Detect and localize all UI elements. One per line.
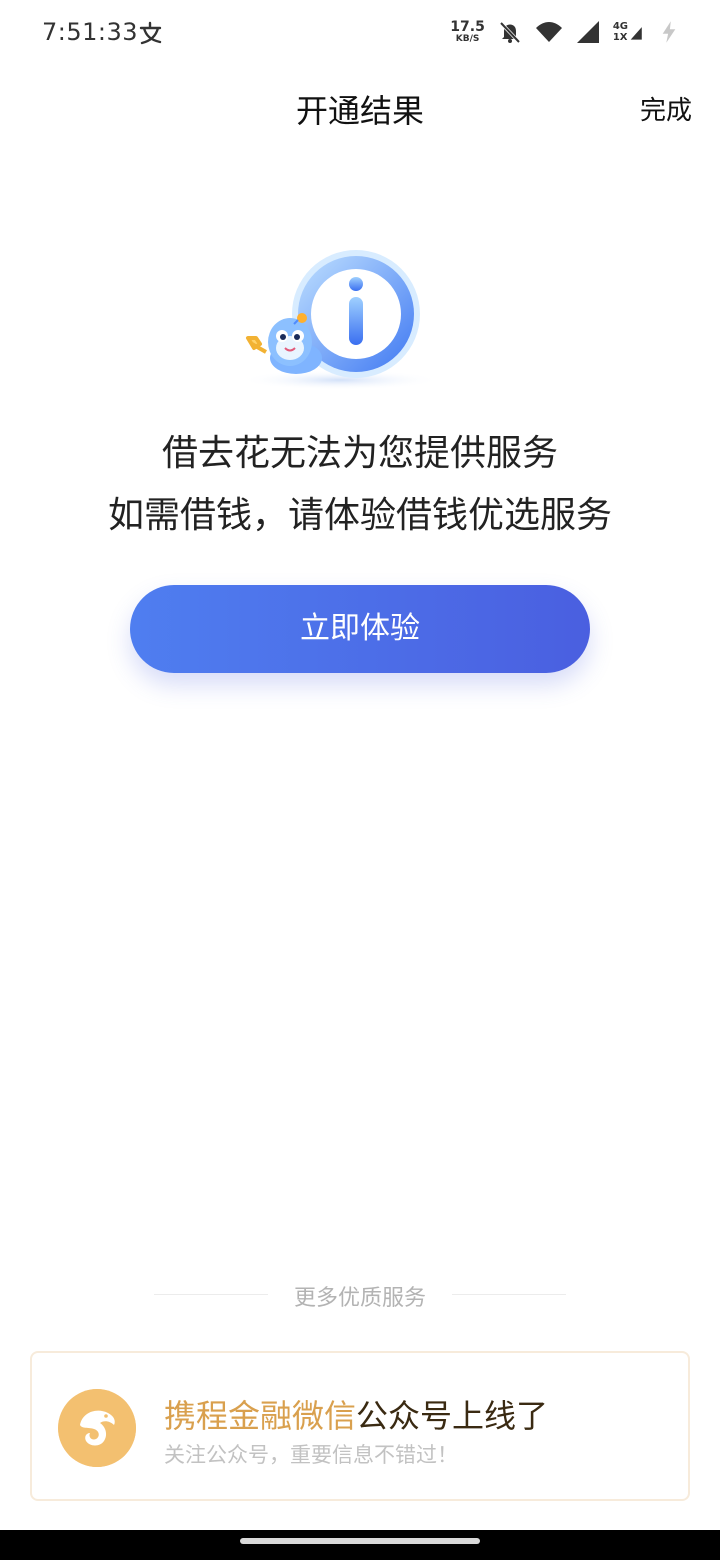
try-now-button[interactable]: 立即体验 (130, 585, 590, 673)
done-button[interactable]: 完成 (640, 90, 692, 127)
header-bar: 开通结果 完成 (0, 70, 720, 142)
status-icons: 17.5 KB/S 4G 1X (450, 16, 678, 48)
message-line-1: 借去花无法为您提供服务 (161, 433, 558, 474)
wechat-promo-card[interactable]: 携程金融微信公众号上线了 关注公众号，重要信息不错过！ (30, 1351, 690, 1501)
more-services-divider: 更多优质服务 (154, 1278, 566, 1311)
app-notification-icon (139, 21, 162, 45)
network-speed: 17.5 KB/S (450, 19, 485, 44)
promo-title-rest: 公众号上线了 (356, 1397, 549, 1435)
status-time: 7:51:33 (42, 18, 139, 46)
signal-icon (576, 21, 599, 43)
more-services-label: 更多优质服务 (293, 1286, 426, 1311)
wifi-icon (535, 22, 562, 42)
info-mascot-illustration (240, 250, 440, 390)
system-nav-bar (0, 1530, 720, 1560)
home-indicator[interactable] (240, 1538, 480, 1544)
promo-title: 携程金融微信公众号上线了 (164, 1391, 548, 1437)
signal-secondary: 4G 1X (613, 19, 648, 45)
page-title: 开通结果 (295, 92, 424, 130)
promo-title-highlight: 携程金融微信 (164, 1397, 357, 1435)
signal-secondary-icon (630, 27, 642, 40)
divider-line-right (452, 1294, 566, 1295)
status-bar: 7:51:33 17.5 KB/S 4G 1X (0, 0, 720, 64)
dolphin-logo-icon (58, 1389, 136, 1467)
message-line-2: 如需借钱，请体验借钱优选服务 (107, 495, 612, 536)
mute-bell-icon (499, 21, 521, 44)
charging-icon (662, 21, 676, 43)
promo-subtitle: 关注公众号，重要信息不错过！ (164, 1443, 458, 1467)
